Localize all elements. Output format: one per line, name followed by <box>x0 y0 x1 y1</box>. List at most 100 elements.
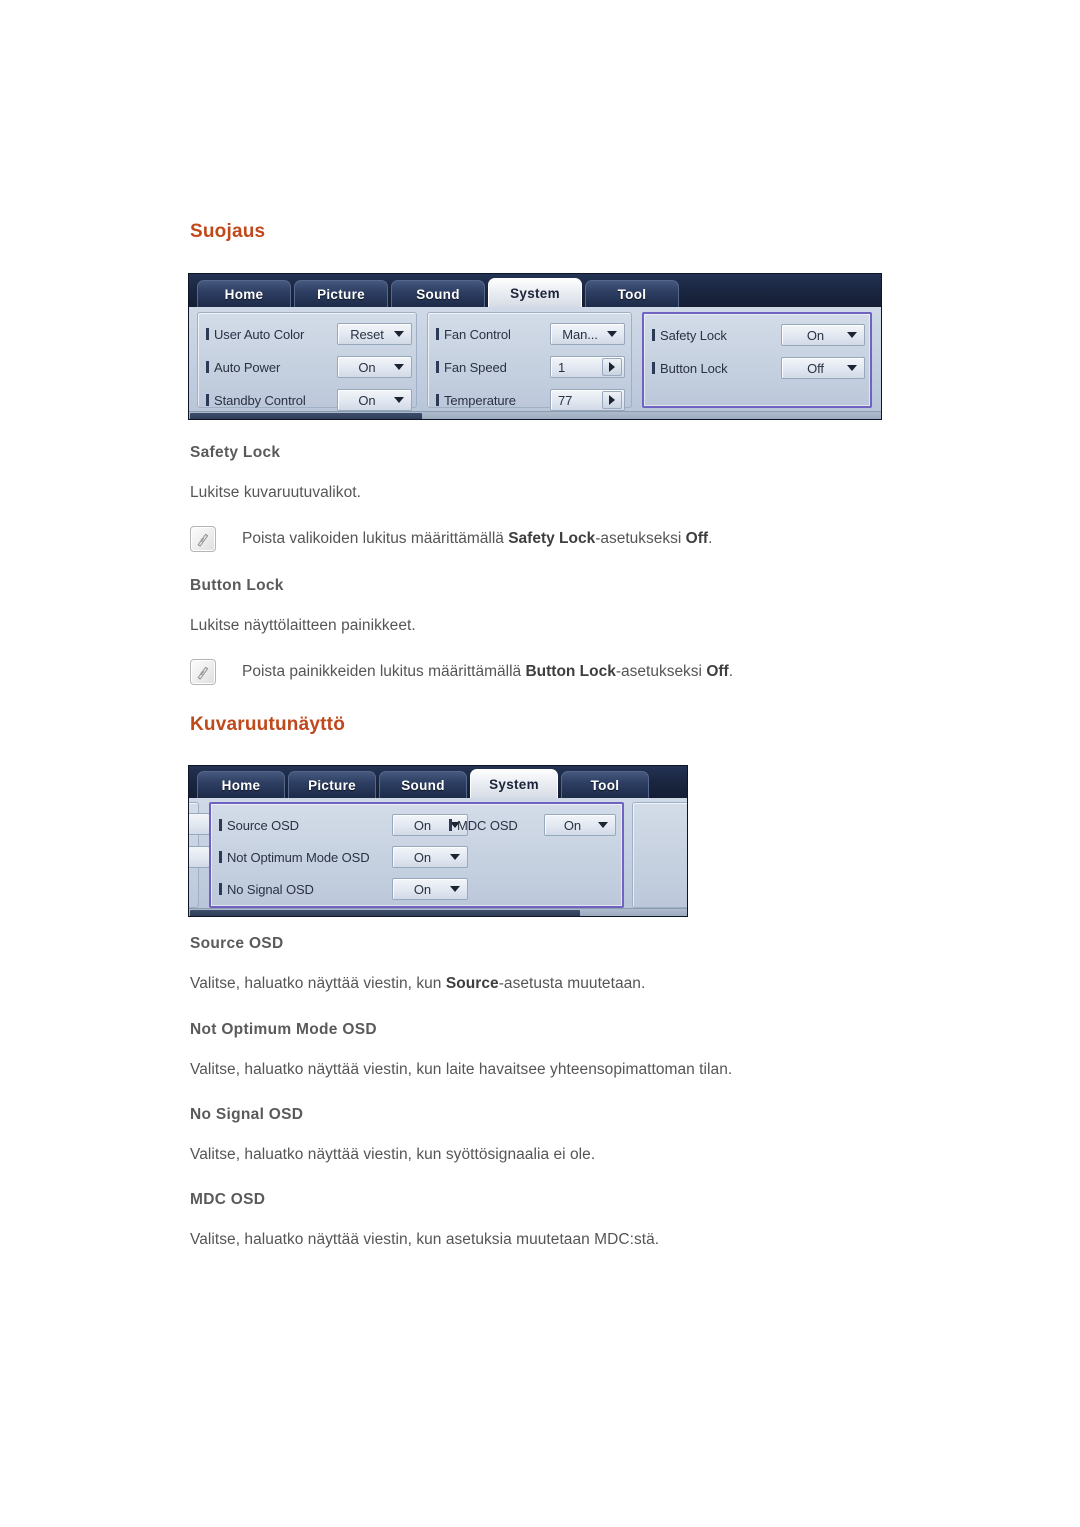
body-bold-term: Source <box>445 975 499 992</box>
control-standby-control[interactable]: Standby Control <box>206 389 306 411</box>
group-fan: Fan Control Man... Fan Speed 1 Temperatu… <box>427 312 632 411</box>
dropdown-mdc-osd[interactable]: On <box>544 814 616 836</box>
document-page: Suojaus Home Picture Sound System Tool U… <box>0 0 1080 1527</box>
chevron-right-button[interactable] <box>602 391 622 409</box>
control-label: Button Lock <box>660 360 728 376</box>
control-label: Source OSD <box>227 817 299 833</box>
tab-home[interactable]: Home <box>197 771 285 798</box>
dropdown-value: On <box>563 817 582 833</box>
chevron-down-icon <box>598 822 608 828</box>
control-button-lock[interactable]: Button Lock <box>652 357 728 379</box>
control-label: No Signal OSD <box>227 881 314 897</box>
spinner-temperature[interactable]: 77 <box>550 389 625 411</box>
chevron-down-icon <box>847 332 857 338</box>
dropdown-not-optimum-mode-osd[interactable]: On <box>392 846 468 868</box>
spinner-value: 77 <box>558 392 573 408</box>
body-no-signal-osd: Valitse, haluatko näyttää viestin, kun s… <box>190 1146 596 1163</box>
mdc-window-system-security[interactable]: Home Picture Sound System Tool User Auto… <box>188 273 882 420</box>
bullet-icon <box>436 394 439 406</box>
mdc-tabbar-1[interactable]: Home Picture Sound System Tool <box>189 274 881 307</box>
control-temperature[interactable]: Temperature <box>436 389 516 411</box>
dropdown-fan-control[interactable]: Man... <box>550 323 625 345</box>
chevron-right-icon <box>609 362 615 372</box>
control-fan-speed[interactable]: Fan Speed <box>436 356 507 378</box>
chevron-down-icon <box>394 397 404 403</box>
subheading-mdc-osd: MDC OSD <box>190 1191 266 1208</box>
group-partial-right <box>632 802 687 908</box>
group-display: User Auto Color Reset Auto Power On Stan… <box>197 312 417 411</box>
partial-widget-bottom[interactable] <box>189 846 210 868</box>
control-label: Auto Power <box>214 359 281 375</box>
dropdown-no-signal-osd[interactable]: On <box>392 878 468 900</box>
note-prefix: Poista valikoiden lukitus määrittämällä <box>242 530 509 547</box>
dropdown-value: On <box>413 849 432 865</box>
dropdown-auto-power[interactable]: On <box>337 356 412 378</box>
partial-widget-top[interactable] <box>189 813 210 835</box>
bullet-icon <box>436 328 439 340</box>
chevron-down-icon <box>607 331 617 337</box>
scrollbar-thumb[interactable] <box>190 910 580 916</box>
scrollbar-thumb[interactable] <box>190 413 422 419</box>
tab-label: Sound <box>401 777 445 793</box>
body-safety-lock: Lukitse kuvaruutuvalikot. <box>190 484 361 501</box>
tab-label: System <box>510 285 560 301</box>
horizontal-scrollbar-1[interactable] <box>189 411 881 419</box>
group-partial-left <box>189 802 210 908</box>
bullet-icon <box>206 328 209 340</box>
group-lock: Safety Lock On Button Lock Off <box>642 312 872 408</box>
mdc-body-2: Source OSD On Not Optimum Mode OSD On No… <box>189 798 687 916</box>
control-mdc-osd[interactable]: MDC OSD <box>449 814 518 836</box>
dropdown-button-lock[interactable]: Off <box>781 357 865 379</box>
dropdown-standby-control[interactable]: On <box>337 389 412 411</box>
mdc-body-1: User Auto Color Reset Auto Power On Stan… <box>189 307 881 419</box>
dropdown-value: Reset <box>350 326 384 342</box>
mdc-window-system-osd[interactable]: Home Picture Sound System Tool Source OS… <box>188 765 688 917</box>
dropdown-safety-lock[interactable]: On <box>781 324 865 346</box>
dropdown-value: On <box>358 359 376 375</box>
control-auto-power[interactable]: Auto Power <box>206 356 280 378</box>
chevron-right-button[interactable] <box>602 358 622 376</box>
horizontal-scrollbar-2[interactable] <box>189 908 687 916</box>
subheading-safety-lock: Safety Lock <box>190 444 281 461</box>
note-bold-value: Off <box>685 530 709 547</box>
tab-sound[interactable]: Sound <box>391 280 485 307</box>
body-suffix: -asetusta muutetaan. <box>498 975 646 992</box>
control-no-signal-osd[interactable]: No Signal OSD <box>219 878 314 900</box>
tab-label: Home <box>221 777 261 793</box>
control-fan-control[interactable]: Fan Control <box>436 323 511 345</box>
chevron-down-icon <box>847 365 857 371</box>
control-label: Standby Control <box>214 392 306 408</box>
control-safety-lock[interactable]: Safety Lock <box>652 324 727 346</box>
body-mdc-osd: Valitse, haluatko näyttää viestin, kun a… <box>190 1231 660 1248</box>
body-prefix: Valitse, haluatko näyttää viestin, kun <box>190 975 446 992</box>
dropdown-user-auto-color[interactable]: Reset <box>337 323 412 345</box>
note-suffix: . <box>728 663 734 680</box>
tab-tool[interactable]: Tool <box>585 280 679 307</box>
tab-home[interactable]: Home <box>197 280 291 307</box>
control-label: MDC OSD <box>457 817 518 833</box>
dropdown-value: Man... <box>562 326 598 342</box>
dropdown-value: On <box>358 392 376 408</box>
control-not-optimum-mode-osd[interactable]: Not Optimum Mode OSD <box>219 846 370 868</box>
note-prefix: Poista painikkeiden lukitus määrittämäll… <box>242 663 526 680</box>
spinner-fan-speed[interactable]: 1 <box>550 356 625 378</box>
dropdown-value: On <box>413 881 432 897</box>
control-label: Fan Control <box>444 326 511 342</box>
tab-system[interactable]: System <box>470 769 558 798</box>
subheading-no-signal-osd: No Signal OSD <box>190 1106 304 1123</box>
section-heading-suojaus: Suojaus <box>190 221 266 242</box>
note-text: Poista valikoiden lukitus määrittämällä … <box>242 526 712 552</box>
tab-tool[interactable]: Tool <box>561 771 649 798</box>
control-user-auto-color[interactable]: User Auto Color <box>206 323 304 345</box>
tab-picture[interactable]: Picture <box>288 771 376 798</box>
tab-sound[interactable]: Sound <box>379 771 467 798</box>
group-osd: Source OSD On Not Optimum Mode OSD On No… <box>209 802 624 908</box>
tab-picture[interactable]: Picture <box>294 280 388 307</box>
mdc-tabbar-2[interactable]: Home Picture Sound System Tool <box>189 766 687 798</box>
control-label: User Auto Color <box>214 326 305 342</box>
tab-system[interactable]: System <box>488 278 582 307</box>
control-source-osd[interactable]: Source OSD <box>219 814 299 836</box>
chevron-right-icon <box>609 395 615 405</box>
note-safety-lock: Poista valikoiden lukitus määrittämällä … <box>190 526 712 552</box>
bullet-icon <box>206 361 209 373</box>
